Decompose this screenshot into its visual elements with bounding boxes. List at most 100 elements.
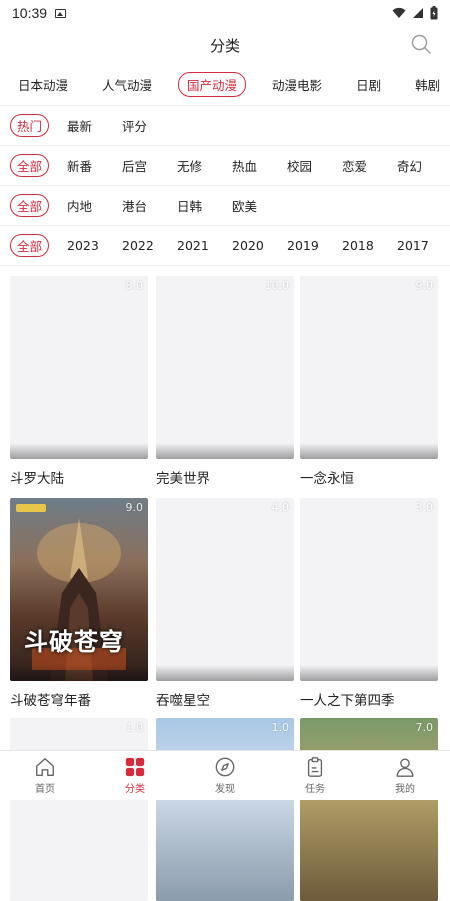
search-icon[interactable] <box>410 33 432 55</box>
sort-option[interactable]: 最新 <box>67 116 122 135</box>
tab-mine[interactable]: 我的 <box>360 751 450 800</box>
status-time: 10:39 <box>12 5 47 21</box>
year-option[interactable]: 2018 <box>342 238 397 253</box>
tab-label: 首页 <box>35 780 55 795</box>
year-option[interactable]: 2022 <box>122 238 177 253</box>
genre-option[interactable]: 无修 <box>177 156 232 175</box>
score-badge: 1.0 <box>272 721 290 734</box>
category-tab[interactable]: 日本动漫 <box>10 73 76 96</box>
battery-icon <box>430 6 438 20</box>
anime-card[interactable]: 1.0 <box>156 718 294 901</box>
region-option[interactable]: 内地 <box>67 196 122 215</box>
year-option[interactable]: 2019 <box>287 238 342 253</box>
genre-option[interactable]: 恋爱 <box>342 156 397 175</box>
sort-option-active[interactable]: 热门 <box>10 114 49 137</box>
year-option[interactable]: 2023 <box>67 238 122 253</box>
category-tab-active[interactable]: 国产动漫 <box>178 72 246 97</box>
tab-label: 分类 <box>125 780 145 795</box>
poster-shade <box>300 665 438 681</box>
region-option[interactable]: 欧美 <box>232 196 287 215</box>
genre-option[interactable]: 后宫 <box>122 156 177 175</box>
tab-label: 任务 <box>305 780 325 795</box>
poster-shade <box>156 665 294 681</box>
wifi-icon <box>392 7 406 19</box>
year-option[interactable]: 2017 <box>397 238 450 253</box>
anime-card[interactable]: 8.0 斗罗大陆 <box>10 276 148 487</box>
clipboard-icon <box>304 756 326 778</box>
tab-category[interactable]: 分类 <box>90 751 180 800</box>
poster-image: 3.0 <box>300 498 438 681</box>
poster-shade <box>10 665 148 681</box>
anime-card[interactable]: 3.0 一人之下第四季 <box>300 498 438 709</box>
region-option[interactable]: 港台 <box>122 196 177 215</box>
genre-option[interactable]: 奇幻 <box>397 156 450 175</box>
region-option[interactable]: 日韩 <box>177 196 232 215</box>
score-badge: 9.0 <box>126 501 144 514</box>
category-tab[interactable]: 韩剧 <box>407 73 448 96</box>
anime-card[interactable]: 1.0 <box>10 718 148 901</box>
image-notification-icon <box>55 9 66 18</box>
category-tab[interactable]: 动漫电影 <box>264 73 330 96</box>
poster-shade <box>156 443 294 459</box>
tab-tasks[interactable]: 任务 <box>270 751 360 800</box>
anime-card[interactable]: 4.0 吞噬星空 <box>156 498 294 709</box>
genre-option[interactable]: 热血 <box>232 156 287 175</box>
category-tabs: 日本动漫 人气动漫 国产动漫 动漫电影 日剧 韩剧 <box>0 64 450 106</box>
app-header: 分类 <box>0 26 450 64</box>
poster-shade <box>10 443 148 459</box>
anime-title: 一人之下第四季 <box>300 689 438 709</box>
home-icon <box>34 756 56 778</box>
tab-label: 我的 <box>395 780 415 795</box>
year-option[interactable]: 2020 <box>232 238 287 253</box>
poster-shade <box>300 443 438 459</box>
category-tab[interactable]: 日剧 <box>348 73 389 96</box>
anime-title: 斗破苍穹年番 <box>10 689 148 709</box>
score-badge: 4.0 <box>272 501 290 514</box>
anime-title: 完美世界 <box>156 467 294 487</box>
poster-image: 10.0 <box>156 276 294 459</box>
sort-option[interactable]: 评分 <box>122 116 177 135</box>
score-badge: 1.0 <box>126 721 144 734</box>
anime-card[interactable]: 9.0 一念永恒 <box>300 276 438 487</box>
anime-title: 吞噬星空 <box>156 689 294 709</box>
poster-image: 4.0 <box>156 498 294 681</box>
year-option-active[interactable]: 全部 <box>10 234 49 257</box>
year-filter-row: 全部 2023 2022 2021 2020 2019 2018 2017 <box>0 226 450 266</box>
anime-title: 一念永恒 <box>300 467 438 487</box>
status-icons <box>392 6 438 20</box>
anime-card[interactable]: 斗破苍穹 9.0 斗破苍穹年番 <box>10 498 148 709</box>
user-icon <box>394 756 416 778</box>
anime-card[interactable]: 10.0 完美世界 <box>156 276 294 487</box>
poster-image: 8.0 <box>10 276 148 459</box>
genre-option[interactable]: 新番 <box>67 156 122 175</box>
score-badge: 10.0 <box>265 279 290 292</box>
bottom-tab-bar: 首页 分类 发现 任务 我的 <box>0 750 450 800</box>
category-tab[interactable]: 人气动漫 <box>94 73 160 96</box>
poster-image: 9.0 <box>300 276 438 459</box>
genre-option-active[interactable]: 全部 <box>10 154 49 177</box>
region-option-active[interactable]: 全部 <box>10 194 49 217</box>
score-badge: 3.0 <box>416 501 434 514</box>
status-bar: 10:39 <box>0 0 450 26</box>
score-badge: 9.0 <box>416 279 434 292</box>
score-badge: 7.0 <box>416 721 434 734</box>
sort-filter-row: 热门 最新 评分 <box>0 106 450 146</box>
tab-home[interactable]: 首页 <box>0 751 90 800</box>
genre-filter-row: 全部 新番 后宫 无修 热血 校园 恋爱 奇幻 <box>0 146 450 186</box>
region-filter-row: 全部 内地 港台 日韩 欧美 <box>0 186 450 226</box>
poster-image: 1.0 <box>156 718 294 901</box>
category-icon <box>124 756 146 778</box>
poster-image: 斗破苍穹 9.0 <box>10 498 148 681</box>
signal-icon <box>412 7 424 19</box>
score-badge: 8.0 <box>126 279 144 292</box>
page-title: 分类 <box>210 35 240 56</box>
tab-discover[interactable]: 发现 <box>180 751 270 800</box>
tab-label: 发现 <box>215 780 235 795</box>
poster-image: 7.0 <box>300 718 438 901</box>
poster-title-art: 斗破苍穹 <box>24 622 124 657</box>
compass-icon <box>214 756 236 778</box>
anime-card[interactable]: 7.0 <box>300 718 438 901</box>
year-option[interactable]: 2021 <box>177 238 232 253</box>
poster-image: 1.0 <box>10 718 148 901</box>
genre-option[interactable]: 校园 <box>287 156 342 175</box>
